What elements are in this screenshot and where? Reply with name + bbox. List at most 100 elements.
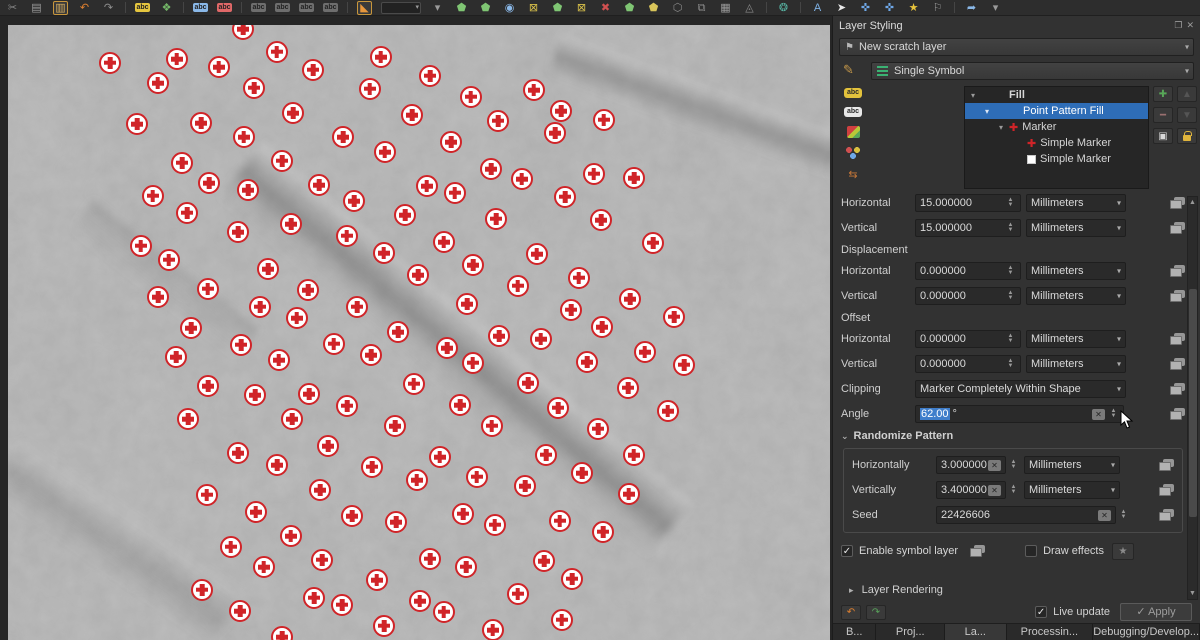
scale-combo[interactable]	[381, 2, 421, 14]
layer-diagram-icon[interactable]: ❖	[159, 1, 174, 15]
symbology-icon[interactable]: ✎	[843, 62, 854, 78]
delete-ring-icon[interactable]: ⊠	[526, 1, 541, 15]
fill-ring-icon[interactable]: ⊠	[574, 1, 589, 15]
lock-colors-button[interactable]	[1177, 128, 1197, 144]
labels-tab-icon[interactable]: abc	[844, 88, 862, 98]
redo-style-button[interactable]: ↷	[866, 605, 886, 620]
deselect-icon[interactable]: ◬	[742, 1, 757, 15]
offset-horizontal-unit-combo[interactable]: Millimeters	[1026, 330, 1126, 348]
clear-value-icon[interactable]	[988, 460, 1001, 471]
remove-symbol-layer-button[interactable]: ━	[1153, 107, 1173, 123]
tree-item-point-pattern-fill[interactable]: ▾ Point Pattern Fill	[965, 103, 1148, 119]
move-annotation-icon[interactable]: ⚐	[930, 1, 945, 15]
tree-item-fill[interactable]: ▾ Fill	[965, 87, 1148, 103]
layer-select-combo[interactable]: ⚑ New scratch layer	[839, 38, 1194, 56]
tree-item-simple-marker-1[interactable]: ✚ Simple Marker	[965, 135, 1148, 151]
tab-debugging[interactable]: Debugging/Develop...	[1093, 624, 1200, 640]
offset-horizontal-input[interactable]: 0.000000	[915, 330, 1021, 348]
collapse-icon[interactable]: ▾	[971, 91, 981, 100]
redo-icon[interactable]: ↷	[101, 1, 116, 15]
3d-view-tab-icon[interactable]	[847, 126, 860, 138]
attributes-table-icon[interactable]: ▦	[718, 1, 733, 15]
randomize-vertical-unit-combo[interactable]: Millimeters	[1024, 481, 1120, 499]
measure-icon[interactable]: ◣	[357, 1, 372, 15]
pan-to-selected-icon[interactable]: ➦	[964, 1, 979, 15]
delete-selected-icon[interactable]: ✖	[598, 1, 613, 15]
vertex-tool-icon[interactable]: ⬡	[670, 1, 685, 15]
edit-nodes-icon[interactable]: ✜	[858, 1, 873, 15]
cut-icon[interactable]: ✂	[5, 1, 20, 15]
spinner[interactable]	[1008, 485, 1019, 495]
move-label-icon[interactable]: abc	[275, 1, 290, 15]
float-panel-icon[interactable]: ❐	[1174, 20, 1182, 34]
data-defined-override-icon[interactable]	[1170, 333, 1185, 345]
spinner[interactable]	[1005, 334, 1016, 344]
data-defined-override-icon[interactable]	[1170, 222, 1185, 234]
enable-symbol-layer-checkbox[interactable]	[841, 545, 853, 557]
copy-features-icon[interactable]: ▤	[29, 1, 44, 15]
delete-part-icon[interactable]: ⬟	[550, 1, 565, 15]
add-symbol-layer-button[interactable]: ✚	[1153, 86, 1173, 102]
displacement-vertical-input[interactable]: 0.000000	[915, 287, 1021, 305]
live-update-checkbox[interactable]	[1035, 606, 1047, 618]
spacing-vertical-input[interactable]: 15.000000	[915, 219, 1021, 237]
layer-rendering-section[interactable]: ▸ Layer Rendering	[849, 584, 943, 596]
scroll-down-icon[interactable]: ▼	[1188, 588, 1197, 599]
offset-vertical-input[interactable]: 0.000000	[915, 355, 1021, 373]
data-defined-override-icon[interactable]	[1159, 509, 1174, 521]
randomize-pattern-header[interactable]: ⌄Randomize Pattern	[841, 430, 1185, 443]
change-label-icon[interactable]: abc	[323, 1, 338, 15]
settings-scrollbar[interactable]: ▲ ▼	[1187, 196, 1198, 600]
edit-nodes-2-icon[interactable]: ✜	[882, 1, 897, 15]
tab-layer-styling[interactable]: La...	[945, 624, 1006, 640]
spinner[interactable]	[1005, 359, 1016, 369]
spacing-horizontal-input[interactable]: 15.000000	[915, 194, 1021, 212]
data-defined-override-icon[interactable]	[970, 545, 985, 557]
spinner[interactable]	[1005, 223, 1016, 233]
close-panel-icon[interactable]: ✕	[1186, 20, 1194, 34]
data-defined-override-icon[interactable]	[1170, 358, 1185, 370]
data-defined-override-icon[interactable]	[1170, 383, 1185, 395]
apply-button[interactable]: ✓ Apply	[1120, 603, 1192, 621]
spinner[interactable]	[1008, 460, 1019, 470]
undo-icon[interactable]: ↶	[77, 1, 92, 15]
collapse-icon[interactable]: ▾	[985, 107, 995, 116]
trim-extend-icon[interactable]: ⬟	[646, 1, 661, 15]
effects-customize-button[interactable]: ★	[1112, 543, 1134, 560]
paste-features-icon[interactable]: ▥	[53, 1, 68, 15]
spacing-horizontal-unit-combo[interactable]: Millimeters	[1026, 194, 1126, 212]
reshape-features-icon[interactable]: ◉	[502, 1, 517, 15]
offset-curve-icon[interactable]: ⬟	[622, 1, 637, 15]
data-defined-override-icon[interactable]	[1159, 459, 1174, 471]
multiedit-icon[interactable]: ⧉	[694, 1, 709, 15]
symbol-type-combo[interactable]: Single Symbol	[871, 62, 1194, 80]
show-hidden-labels-icon[interactable]: abc	[251, 1, 266, 15]
dropdown-icon-2[interactable]: ▾	[988, 1, 1003, 15]
scroll-up-icon[interactable]: ▲	[1188, 197, 1197, 208]
spinner[interactable]	[1118, 510, 1129, 520]
move-feature-icon[interactable]: ⬟	[478, 1, 493, 15]
data-defined-override-icon[interactable]	[1159, 484, 1174, 496]
offset-vertical-unit-combo[interactable]: Millimeters	[1026, 355, 1126, 373]
favorites-icon[interactable]: ★	[906, 1, 921, 15]
map-canvas[interactable]	[8, 25, 830, 640]
displacement-horizontal-input[interactable]: 0.000000	[915, 262, 1021, 280]
seed-input[interactable]: 22426606	[936, 506, 1116, 524]
data-defined-override-icon[interactable]	[1170, 408, 1185, 420]
collapse-icon[interactable]: ▾	[999, 123, 1009, 132]
georeferencer-icon[interactable]: ❂	[776, 1, 791, 15]
mask-tab-icon[interactable]: abc	[844, 107, 862, 117]
tree-item-marker[interactable]: ▾ ✚ Marker	[965, 119, 1148, 135]
randomize-horizontal-input[interactable]: 3.000000	[936, 456, 1006, 474]
save-symbol-button[interactable]: ▣	[1153, 128, 1173, 144]
tree-item-simple-marker-2[interactable]: Simple Marker	[965, 151, 1148, 167]
clear-value-icon[interactable]	[1092, 409, 1105, 420]
rotate-label-icon[interactable]: abc	[299, 1, 314, 15]
spacing-vertical-unit-combo[interactable]: Millimeters	[1026, 219, 1126, 237]
draw-effects-checkbox[interactable]	[1025, 545, 1037, 557]
displacement-vertical-unit-combo[interactable]: Millimeters	[1026, 287, 1126, 305]
text-annotation-icon[interactable]: A	[810, 1, 825, 15]
spinner[interactable]	[1005, 198, 1016, 208]
move-up-button[interactable]: ▲	[1177, 86, 1197, 102]
clipping-combo[interactable]: Marker Completely Within Shape	[915, 380, 1126, 398]
